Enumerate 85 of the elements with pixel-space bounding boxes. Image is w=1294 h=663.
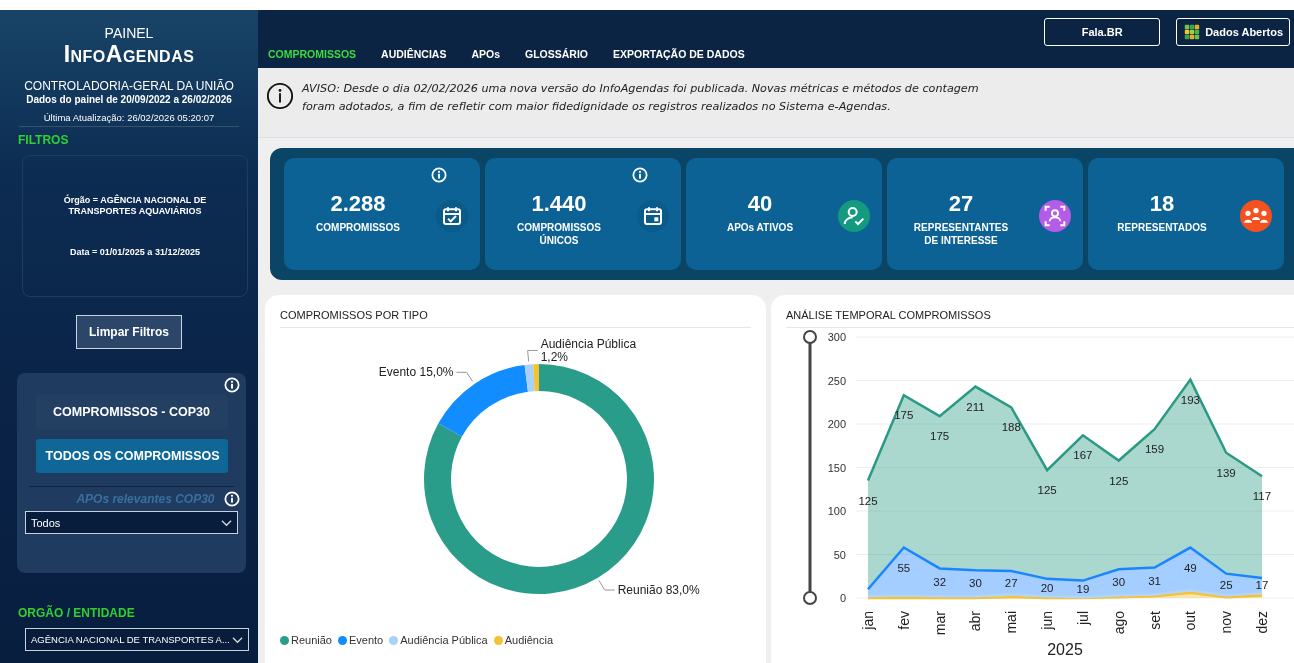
chart-title: COMPROMISSOS POR TIPO	[280, 308, 429, 322]
data-label: 167	[1073, 449, 1093, 462]
data-label: 159	[1144, 443, 1165, 456]
kpi-label: COMPROMISSOS ÚNICOS	[516, 221, 602, 247]
legend-label: Audiência	[504, 634, 553, 646]
data-label: Evento 15,0%	[378, 365, 454, 380]
filter-text: Órgão = AGÊNCIA NACIONAL DE TRANSPORTES AQUAVIÁRIOS	[62, 194, 208, 217]
axis-tick-label: abr	[967, 611, 984, 632]
axis-tick-label: jan	[860, 611, 876, 630]
axis-tick-label: set	[1146, 611, 1163, 630]
data-label: 17	[1255, 579, 1269, 592]
kpi-label: REPRESENTANTES DE INTERESSE	[912, 221, 1010, 247]
dropdown[interactable]: AGÊNCIA NACIONAL DE TRANSPORTES A...	[25, 628, 249, 651]
data-label: 125	[1037, 484, 1057, 497]
data-label: 31	[1148, 575, 1161, 588]
axis-tick-label: 0	[839, 592, 846, 604]
link-button[interactable]: Fala.BR	[1044, 18, 1161, 46]
nav-tab[interactable]: AUDIÊNCIAS	[381, 48, 460, 60]
data-label: 117	[1252, 490, 1272, 503]
axis-tick-label: 100	[827, 505, 846, 517]
chart-title: ANÁLISE TEMPORAL COMPROMISSOS	[786, 308, 992, 322]
axis-tick-label: 200	[827, 418, 846, 430]
link-button[interactable]: Dados Abertos	[1176, 18, 1290, 46]
legend-label: Audiência Pública	[400, 634, 488, 646]
data-label: Reunião 83,0%	[617, 583, 700, 598]
organization-name: CONTROLADORIA-GERAL DA UNIÃO	[24, 79, 234, 93]
filter-text: Data = 01/01/2025 a 31/12/2025	[69, 246, 201, 258]
axis-tick-label: mar	[931, 611, 948, 636]
filter-label: APOs relevantes COP30	[76, 492, 215, 506]
axis-tick-label: fev	[895, 611, 912, 630]
axis-tick-label: dez	[1254, 611, 1270, 634]
legend-label: Evento	[349, 634, 384, 646]
kpi-value: 40	[747, 191, 773, 217]
kpi-label: APOs ATIVOS	[725, 221, 795, 234]
scope-button[interactable]: TODOS OS COMPROMISSOS	[35, 439, 228, 473]
data-label: 211	[966, 400, 985, 413]
data-label: 20	[1040, 581, 1054, 594]
data-label: 193	[1180, 393, 1200, 406]
data-label: 139	[1216, 466, 1236, 479]
axis-tick-label: 300	[827, 331, 846, 343]
clear-filters-button[interactable]: Limpar Filtros	[76, 315, 182, 349]
data-label: 125	[858, 494, 878, 507]
scope-button[interactable]: COMPROMISSOS - COP30	[35, 395, 228, 429]
data-label: 49	[1183, 561, 1197, 574]
nav-tab[interactable]: APOs	[471, 48, 514, 60]
kpi-value: 27	[948, 191, 974, 217]
axis-tick-label: 50	[833, 548, 846, 561]
data-label: 175	[894, 409, 914, 422]
kpi-label: REPRESENTADOS	[1116, 221, 1208, 234]
axis-tick-label: jun	[1039, 611, 1056, 630]
panel-label: PAINEL	[104, 25, 154, 41]
brand-title: InfoAgendas	[63, 41, 195, 67]
nav-tab[interactable]: COMPROMISSOS	[268, 48, 370, 60]
kpi-value: 1.440	[531, 191, 587, 217]
data-label: 125	[1109, 474, 1129, 487]
axis-tick-label: mai	[1003, 611, 1020, 634]
data-label: 55	[897, 561, 911, 574]
kpi-value: 2.288	[330, 191, 386, 217]
data-label: 175	[930, 430, 950, 443]
dropdown[interactable]: Todos	[25, 511, 238, 534]
axis-tick-label: out	[1182, 611, 1199, 631]
data-label: 32	[933, 576, 947, 589]
kpi-value: 18	[1149, 191, 1175, 217]
data-label: 25	[1219, 578, 1233, 591]
axis-tick-label: jul	[1074, 611, 1091, 625]
nav-tab[interactable]: GLOSSÁRIO	[525, 48, 602, 60]
data-label: 30	[1112, 576, 1126, 589]
axis-tick-label: 250	[827, 374, 846, 387]
last-update: Última Atualização: 26/02/2026 05:20:07	[19, 112, 239, 127]
section-heading: FILTROS	[17, 133, 70, 147]
axis-tick-label: ago	[1110, 611, 1127, 635]
nav-tab[interactable]: EXPORTAÇÃO DE DADOS	[613, 48, 758, 60]
axis-tick-label: 150	[827, 461, 846, 474]
data-label: 30	[969, 577, 982, 590]
data-label: 19	[1076, 582, 1090, 595]
section-heading: ORGÃO / ENTIDADE	[17, 606, 136, 620]
data-label: 27	[1004, 576, 1018, 589]
legend-label: Reunião	[291, 634, 332, 646]
kpi-label: COMPROMISSOS	[315, 221, 401, 234]
data-label: 188	[1001, 421, 1021, 434]
data-label: Audiência Pública 1,2%	[540, 337, 637, 365]
axis-title: 2025	[1047, 641, 1083, 658]
data-range: Dados do painel de 20/09/2022 a 26/02/2026	[26, 93, 232, 106]
axis-tick-label: nov	[1218, 611, 1235, 634]
notice-text: AVISO: Desde o dia 02/02/2026 uma nova versão do InfoAgendas foi publicada. Novas métricas e métodos de contagem foram adotados, a fim de refletir com maior fidedignidade os registros realizados no Sistema e-Agendas.	[302, 81, 980, 115]
